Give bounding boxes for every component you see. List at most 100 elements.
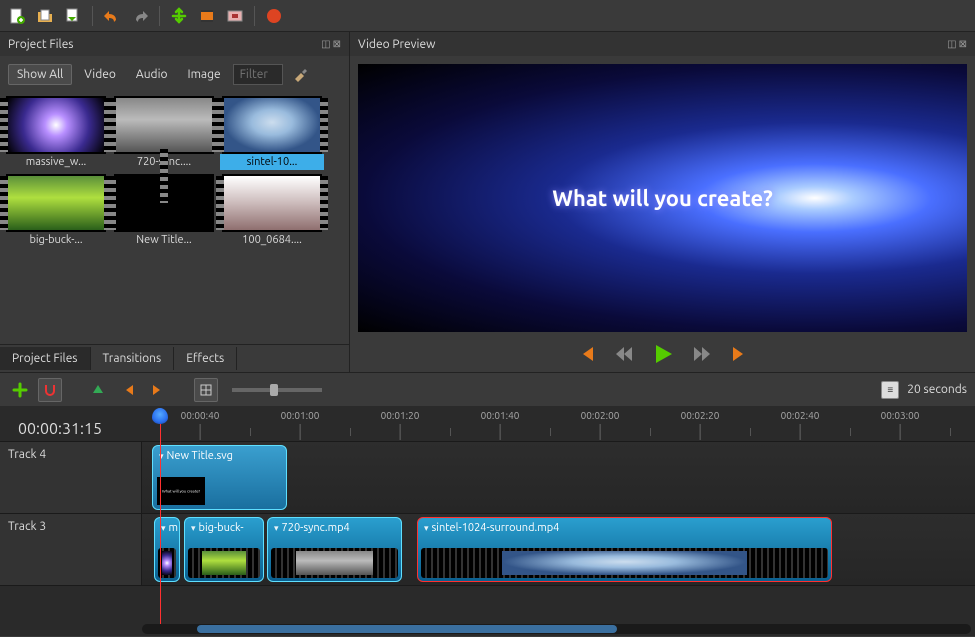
ruler-tick: 00:01:20 xyxy=(381,410,420,421)
preview-viewport[interactable]: What will you create? xyxy=(358,64,967,332)
timeline-hscrollbar[interactable] xyxy=(142,624,971,634)
import-files-button[interactable] xyxy=(166,3,192,29)
track-body[interactable]: ▾m ▾big-buck- ▾720-sync.mp4 ▾sintel-1024-su… xyxy=(142,514,975,585)
thumbnail-image xyxy=(6,174,106,232)
timeline-clip[interactable]: ▾sintel-1024-surround.mp4 xyxy=(417,517,832,582)
new-project-button[interactable] xyxy=(4,3,30,29)
thumbnail-image xyxy=(6,96,106,154)
track-row: Track 4 ▾New Title.svg xyxy=(0,442,975,514)
previous-marker-button[interactable] xyxy=(116,378,140,402)
open-project-button[interactable] xyxy=(32,3,58,29)
filter-video-tab[interactable]: Video xyxy=(76,65,124,84)
clip-filmstrip xyxy=(158,548,176,578)
timeline-clip[interactable]: ▾m xyxy=(154,517,180,582)
timeline-clip[interactable]: ▾720-sync.mp4 xyxy=(267,517,402,582)
project-file-thumbnail[interactable]: massive_w... xyxy=(4,96,108,170)
filter-image-tab[interactable]: Image xyxy=(180,65,229,84)
toolbar-separator xyxy=(254,6,255,26)
thumbnail-image xyxy=(114,96,214,154)
clip-label: ▾sintel-1024-surround.mp4 xyxy=(424,522,559,534)
chevron-down-icon: ▾ xyxy=(424,523,429,534)
detach-panel-icon[interactable]: ◫ xyxy=(321,38,330,50)
undo-button[interactable] xyxy=(99,3,125,29)
play-button[interactable] xyxy=(652,343,674,365)
timeline-toolbar: ≡ 20 seconds xyxy=(0,372,975,406)
redo-button[interactable] xyxy=(127,3,153,29)
ruler-tick: 00:02:40 xyxy=(781,410,820,421)
close-panel-icon[interactable]: ⊠ xyxy=(959,38,967,50)
clip-label: ▾New Title.svg xyxy=(159,450,233,462)
clear-filter-icon[interactable] xyxy=(291,65,309,83)
clip-filmstrip xyxy=(421,548,828,578)
jump-start-button[interactable] xyxy=(576,344,596,364)
project-files-grid: massive_w... 720-sync.... sintel-10... b… xyxy=(0,92,349,344)
tab-transitions[interactable]: Transitions xyxy=(91,347,175,370)
clip-thumbnail xyxy=(157,477,205,505)
track-row: Track 3 ▾m ▾big-buck- ▾720-sync.mp4 ▾sintel… xyxy=(0,514,975,586)
add-marker-button[interactable] xyxy=(86,378,110,402)
thumbnail-label: 100_0684.... xyxy=(220,232,324,248)
timeline-ruler[interactable]: 00:00:31:15 00:00:4000:01:0000:01:2000:0… xyxy=(0,406,975,442)
zoom-label: 20 seconds xyxy=(907,383,967,396)
chevron-down-icon: ▾ xyxy=(274,523,279,534)
tab-effects[interactable]: Effects xyxy=(174,347,237,370)
thumbnail-label: sintel-10... xyxy=(220,154,324,170)
filter-show-all-tab[interactable]: Show All xyxy=(8,64,72,85)
main-toolbar xyxy=(0,0,975,32)
thumbnail-label: massive_w... xyxy=(4,154,108,170)
close-panel-icon[interactable]: ⊠ xyxy=(333,38,341,50)
timeline-clip[interactable]: ▾big-buck- xyxy=(184,517,264,582)
ruler-tick: 00:01:40 xyxy=(481,410,520,421)
filter-audio-tab[interactable]: Audio xyxy=(128,65,176,84)
chevron-down-icon: ▾ xyxy=(191,523,196,534)
project-file-thumbnail[interactable]: 100_0684.... xyxy=(220,174,324,248)
zoom-menu-button[interactable]: ≡ xyxy=(881,381,899,399)
preview-overlay-text: What will you create? xyxy=(552,186,773,211)
center-playhead-button[interactable] xyxy=(194,378,218,402)
clip-filmstrip xyxy=(188,548,260,578)
track-body[interactable]: ▾New Title.svg xyxy=(142,442,975,513)
ruler-tick: 00:02:00 xyxy=(581,410,620,421)
filter-input[interactable] xyxy=(233,64,283,85)
panel-title: Video Preview xyxy=(358,38,435,51)
tab-project-files[interactable]: Project Files xyxy=(0,347,91,370)
rewind-button[interactable] xyxy=(614,344,634,364)
chevron-down-icon: ▾ xyxy=(159,451,164,462)
timeline: 00:00:31:15 00:00:4000:01:0000:01:2000:0… xyxy=(0,406,975,636)
next-marker-button[interactable] xyxy=(146,378,170,402)
project-file-thumbnail[interactable]: sintel-10... xyxy=(220,96,324,170)
track-header[interactable]: Track 4 xyxy=(0,442,142,513)
clip-label: ▾720-sync.mp4 xyxy=(274,522,350,534)
playback-controls xyxy=(350,336,975,372)
thumbnail-label: big-buck-... xyxy=(4,232,108,248)
project-file-thumbnail[interactable]: New Title... xyxy=(112,174,216,248)
project-file-thumbnail[interactable]: big-buck-... xyxy=(4,174,108,248)
fullscreen-button[interactable] xyxy=(222,3,248,29)
snap-button[interactable] xyxy=(38,378,62,402)
fast-forward-button[interactable] xyxy=(692,344,712,364)
scrollbar-thumb[interactable] xyxy=(197,625,617,633)
chevron-down-icon: ▾ xyxy=(161,523,166,534)
choose-profile-button[interactable] xyxy=(194,3,220,29)
detach-panel-icon[interactable]: ◫ xyxy=(947,38,956,50)
project-files-panel: Project Files ◫ ⊠ Show All Video Audio I… xyxy=(0,32,350,372)
clip-filmstrip xyxy=(271,548,398,578)
zoom-slider[interactable] xyxy=(232,388,322,392)
timeline-clip[interactable]: ▾New Title.svg xyxy=(152,445,287,510)
panel-title: Project Files xyxy=(8,38,74,51)
toolbar-separator xyxy=(159,6,160,26)
panel-header: Project Files ◫ ⊠ xyxy=(0,32,349,56)
add-track-button[interactable] xyxy=(8,378,32,402)
project-bottom-tabs: Project Files Transitions Effects xyxy=(0,344,349,372)
clip-label: ▾big-buck- xyxy=(191,522,244,534)
export-video-button[interactable] xyxy=(261,3,287,29)
ruler-tick: 00:03:00 xyxy=(881,410,920,421)
project-files-filter-bar: Show All Video Audio Image xyxy=(0,56,349,92)
jump-end-button[interactable] xyxy=(730,344,750,364)
panel-header: Video Preview ◫ ⊠ xyxy=(350,32,975,56)
ruler-tick: 00:02:20 xyxy=(681,410,720,421)
track-header[interactable]: Track 3 xyxy=(0,514,142,585)
thumbnail-label: New Title... xyxy=(112,232,216,248)
save-project-button[interactable] xyxy=(60,3,86,29)
video-preview-panel: Video Preview ◫ ⊠ What will you create? xyxy=(350,32,975,372)
